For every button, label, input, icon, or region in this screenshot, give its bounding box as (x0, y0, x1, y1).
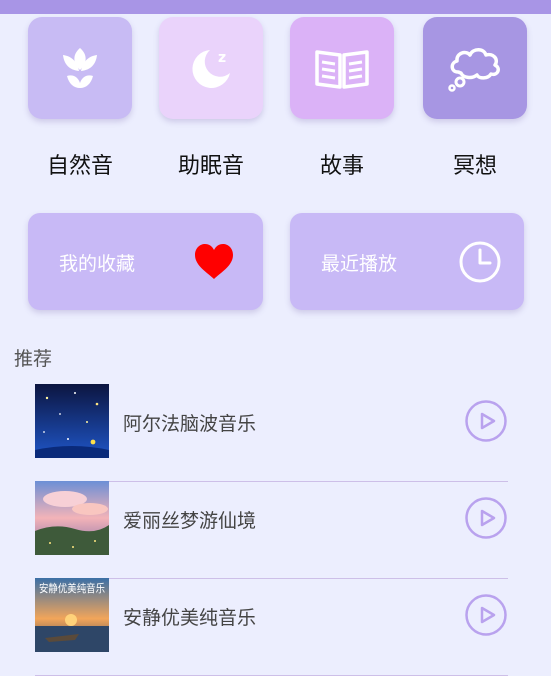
heart-icon (195, 244, 233, 279)
list-item[interactable]: 阿尔法脑波音乐 (35, 384, 508, 482)
album-cover-text: 安静优美纯音乐 (39, 581, 105, 595)
category-sleep-button[interactable]: z (159, 17, 263, 119)
category-story-button[interactable] (290, 17, 394, 119)
album-cover-beach: 安静优美纯音乐 (35, 578, 109, 652)
album-cover-sunset-clouds (35, 481, 109, 555)
list-item[interactable]: 爱丽丝梦游仙境 (35, 481, 508, 579)
play-icon[interactable] (465, 594, 507, 636)
recent-label: 最近播放 (321, 253, 398, 275)
list-item[interactable]: 安静优美纯音乐 安静优美纯音乐 (35, 578, 508, 676)
recommend-title: 推荐 (14, 348, 53, 370)
svg-text:z: z (218, 50, 226, 66)
track-title: 爱丽丝梦游仙境 (123, 510, 257, 532)
moon-icon: z (192, 50, 230, 88)
category-label-nature: 自然音 (46, 154, 113, 179)
recent-card[interactable]: 最近播放 (290, 213, 524, 310)
track-title: 安静优美纯音乐 (123, 607, 257, 629)
track-title: 阿尔法脑波音乐 (123, 413, 257, 435)
book-icon (315, 50, 369, 89)
favorites-card[interactable]: 我的收藏 (28, 213, 263, 310)
cloud-icon (448, 48, 500, 92)
category-label-sleep: 助眠音 (177, 154, 244, 179)
play-icon[interactable] (465, 400, 507, 442)
category-meditation-button[interactable] (423, 17, 527, 119)
album-cover-night-sky (35, 384, 109, 458)
category-label-story: 故事 (319, 154, 364, 179)
category-label-meditation: 冥想 (452, 154, 497, 179)
status-bar (0, 0, 551, 14)
favorites-label: 我的收藏 (59, 253, 136, 275)
flower-icon (63, 48, 97, 88)
category-nature-button[interactable] (28, 17, 132, 119)
play-icon[interactable] (465, 497, 507, 539)
clock-icon (459, 241, 501, 283)
